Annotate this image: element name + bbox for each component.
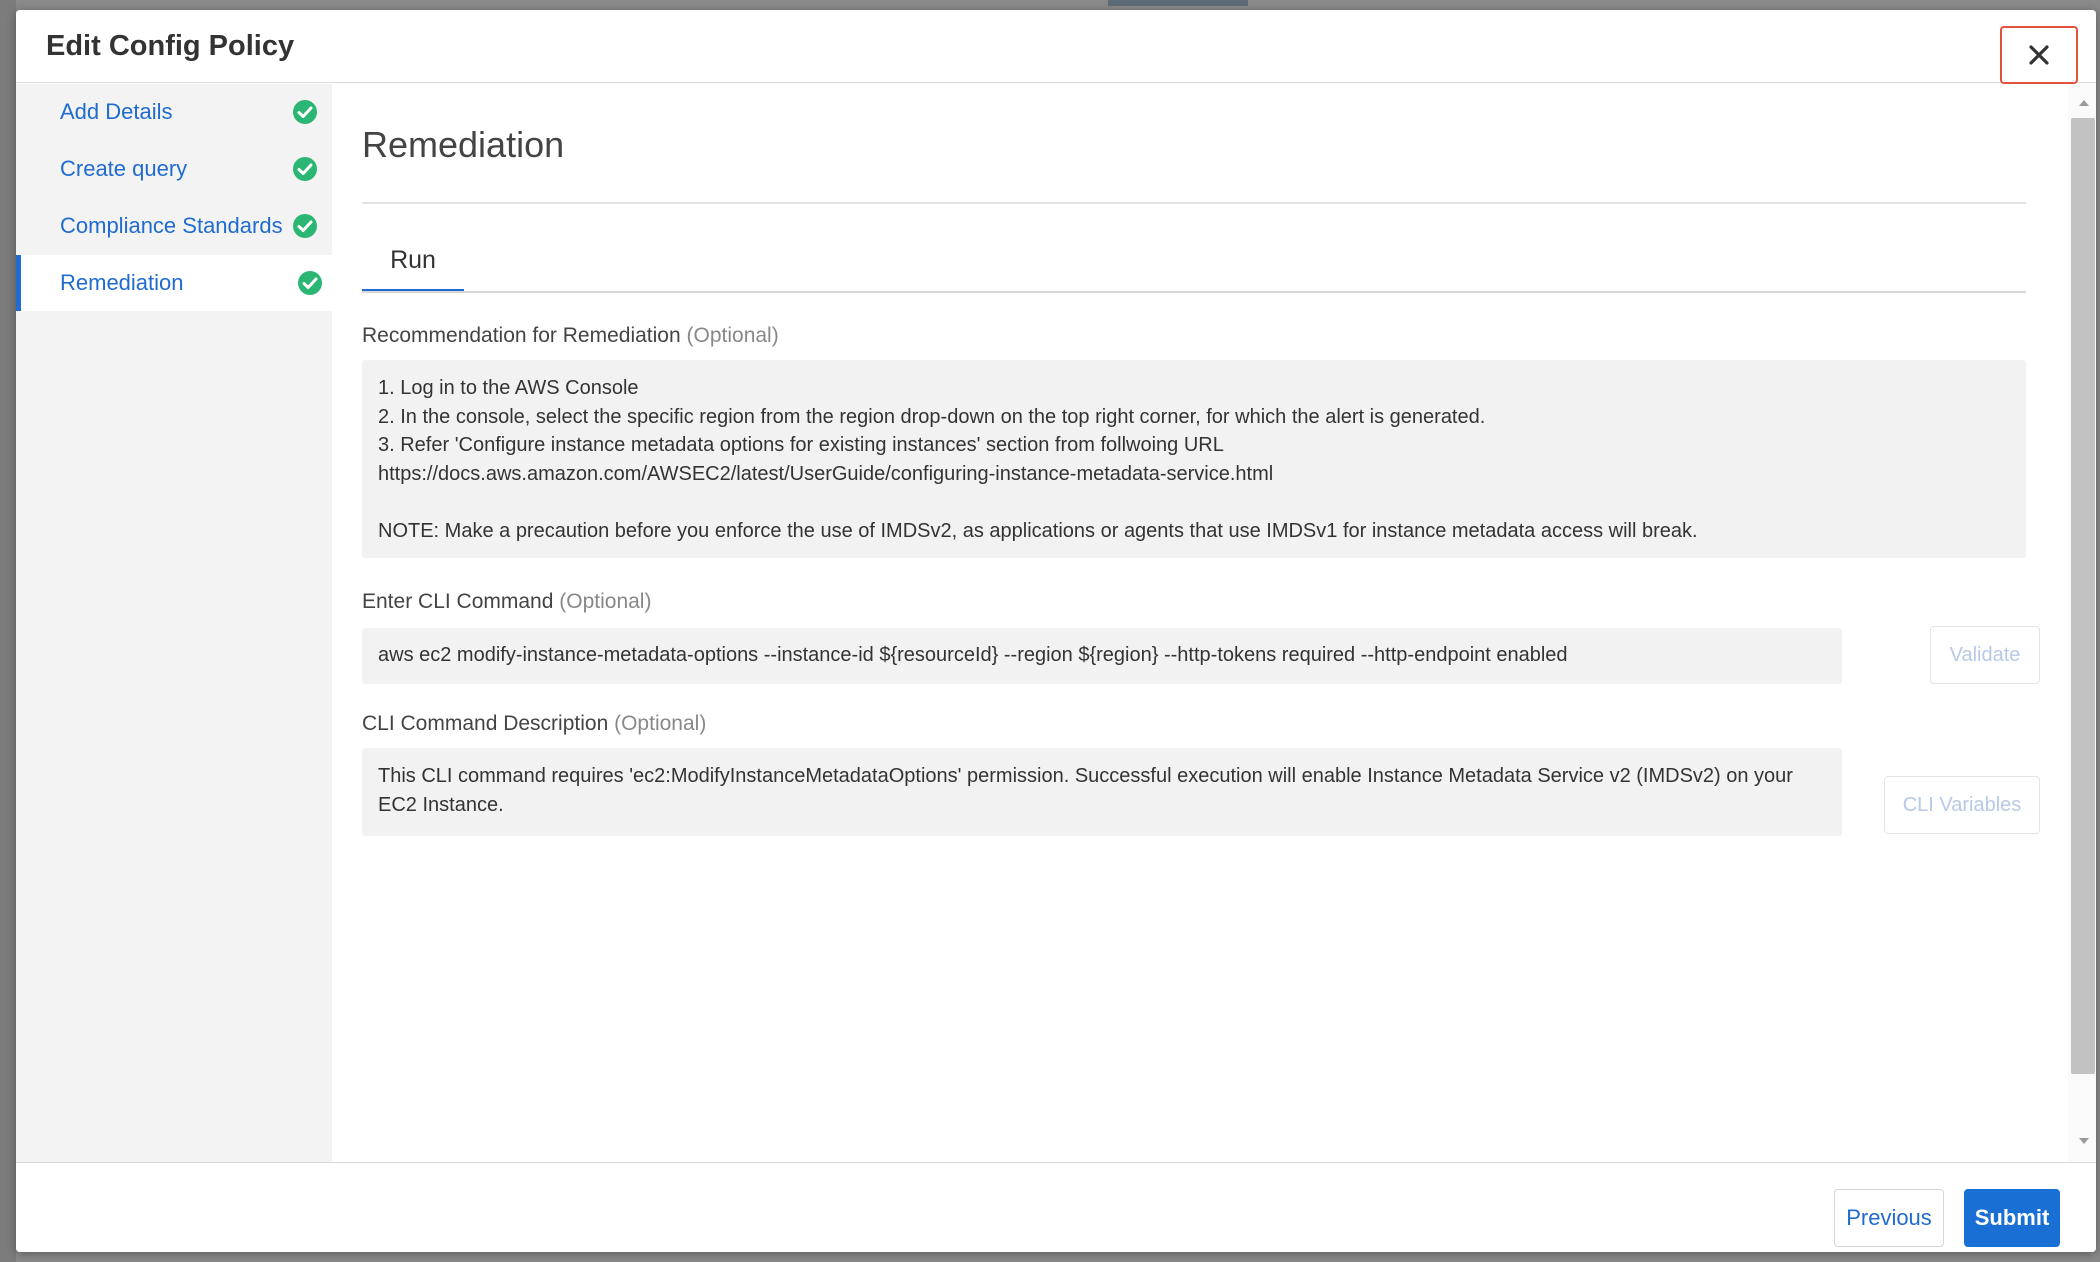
- scroll-down-arrow-icon[interactable]: [2077, 1134, 2091, 1148]
- tab-divider: [362, 291, 2026, 293]
- previous-button[interactable]: Previous: [1834, 1189, 1944, 1247]
- cli-command-label: Enter CLI Command (Optional): [362, 590, 651, 614]
- cli-variables-button[interactable]: CLI Variables: [1884, 776, 2040, 834]
- tab-run[interactable]: Run: [362, 232, 464, 292]
- check-circle-icon: [298, 271, 322, 295]
- step-add-details[interactable]: Add Details: [16, 84, 332, 140]
- step-create-query[interactable]: Create query: [16, 141, 332, 197]
- validate-button[interactable]: Validate: [1930, 626, 2040, 684]
- check-circle-icon: [293, 100, 317, 124]
- recommendation-textarea[interactable]: 1. Log in to the AWS Console 2. In the c…: [362, 360, 2026, 558]
- divider: [362, 202, 2026, 204]
- recommendation-label: Recommendation for Remediation (Optional…: [362, 324, 779, 348]
- close-button[interactable]: [2000, 26, 2078, 84]
- scrollbar-thumb[interactable]: [2071, 118, 2095, 1074]
- cli-command-input[interactable]: aws ec2 modify-instance-metadata-options…: [362, 628, 1842, 684]
- check-circle-icon: [293, 157, 317, 181]
- check-circle-icon: [293, 214, 317, 238]
- optional-hint: (Optional): [559, 590, 652, 613]
- cli-command-label-text: Enter CLI Command: [362, 590, 554, 613]
- modal-header: Edit Config Policy: [16, 10, 2096, 84]
- step-label: Compliance Standards: [60, 213, 283, 238]
- modal-title: Edit Config Policy: [46, 30, 295, 62]
- cli-description-label-text: CLI Command Description: [362, 712, 609, 735]
- wizard-steps-sidebar: Add Details Create query Compliance Stan…: [16, 84, 332, 1162]
- edit-config-policy-modal: Edit Config Policy Add Details Create qu…: [16, 10, 2096, 1252]
- recommendation-label-text: Recommendation for Remediation: [362, 324, 681, 347]
- step-compliance-standards[interactable]: Compliance Standards: [16, 198, 332, 254]
- close-icon: [2029, 45, 2049, 65]
- section-title: Remediation: [362, 124, 565, 165]
- cli-description-textarea[interactable]: This CLI command requires 'ec2:ModifyIns…: [362, 748, 1842, 836]
- step-remediation[interactable]: Remediation: [16, 255, 332, 311]
- optional-hint: (Optional): [686, 324, 779, 347]
- cli-description-label: CLI Command Description (Optional): [362, 712, 706, 736]
- step-label: Create query: [60, 156, 188, 181]
- background-page-tab: [1108, 0, 1248, 6]
- scroll-up-arrow-icon[interactable]: [2077, 96, 2091, 110]
- optional-hint: (Optional): [614, 712, 707, 735]
- background-page: [0, 0, 16, 1262]
- submit-button[interactable]: Submit: [1964, 1189, 2060, 1247]
- step-label: Remediation: [60, 270, 184, 295]
- remediation-panel: Remediation Run Recommendation for Remed…: [332, 84, 2096, 1162]
- modal-footer: Previous Submit: [16, 1162, 2096, 1252]
- step-label: Add Details: [60, 99, 173, 124]
